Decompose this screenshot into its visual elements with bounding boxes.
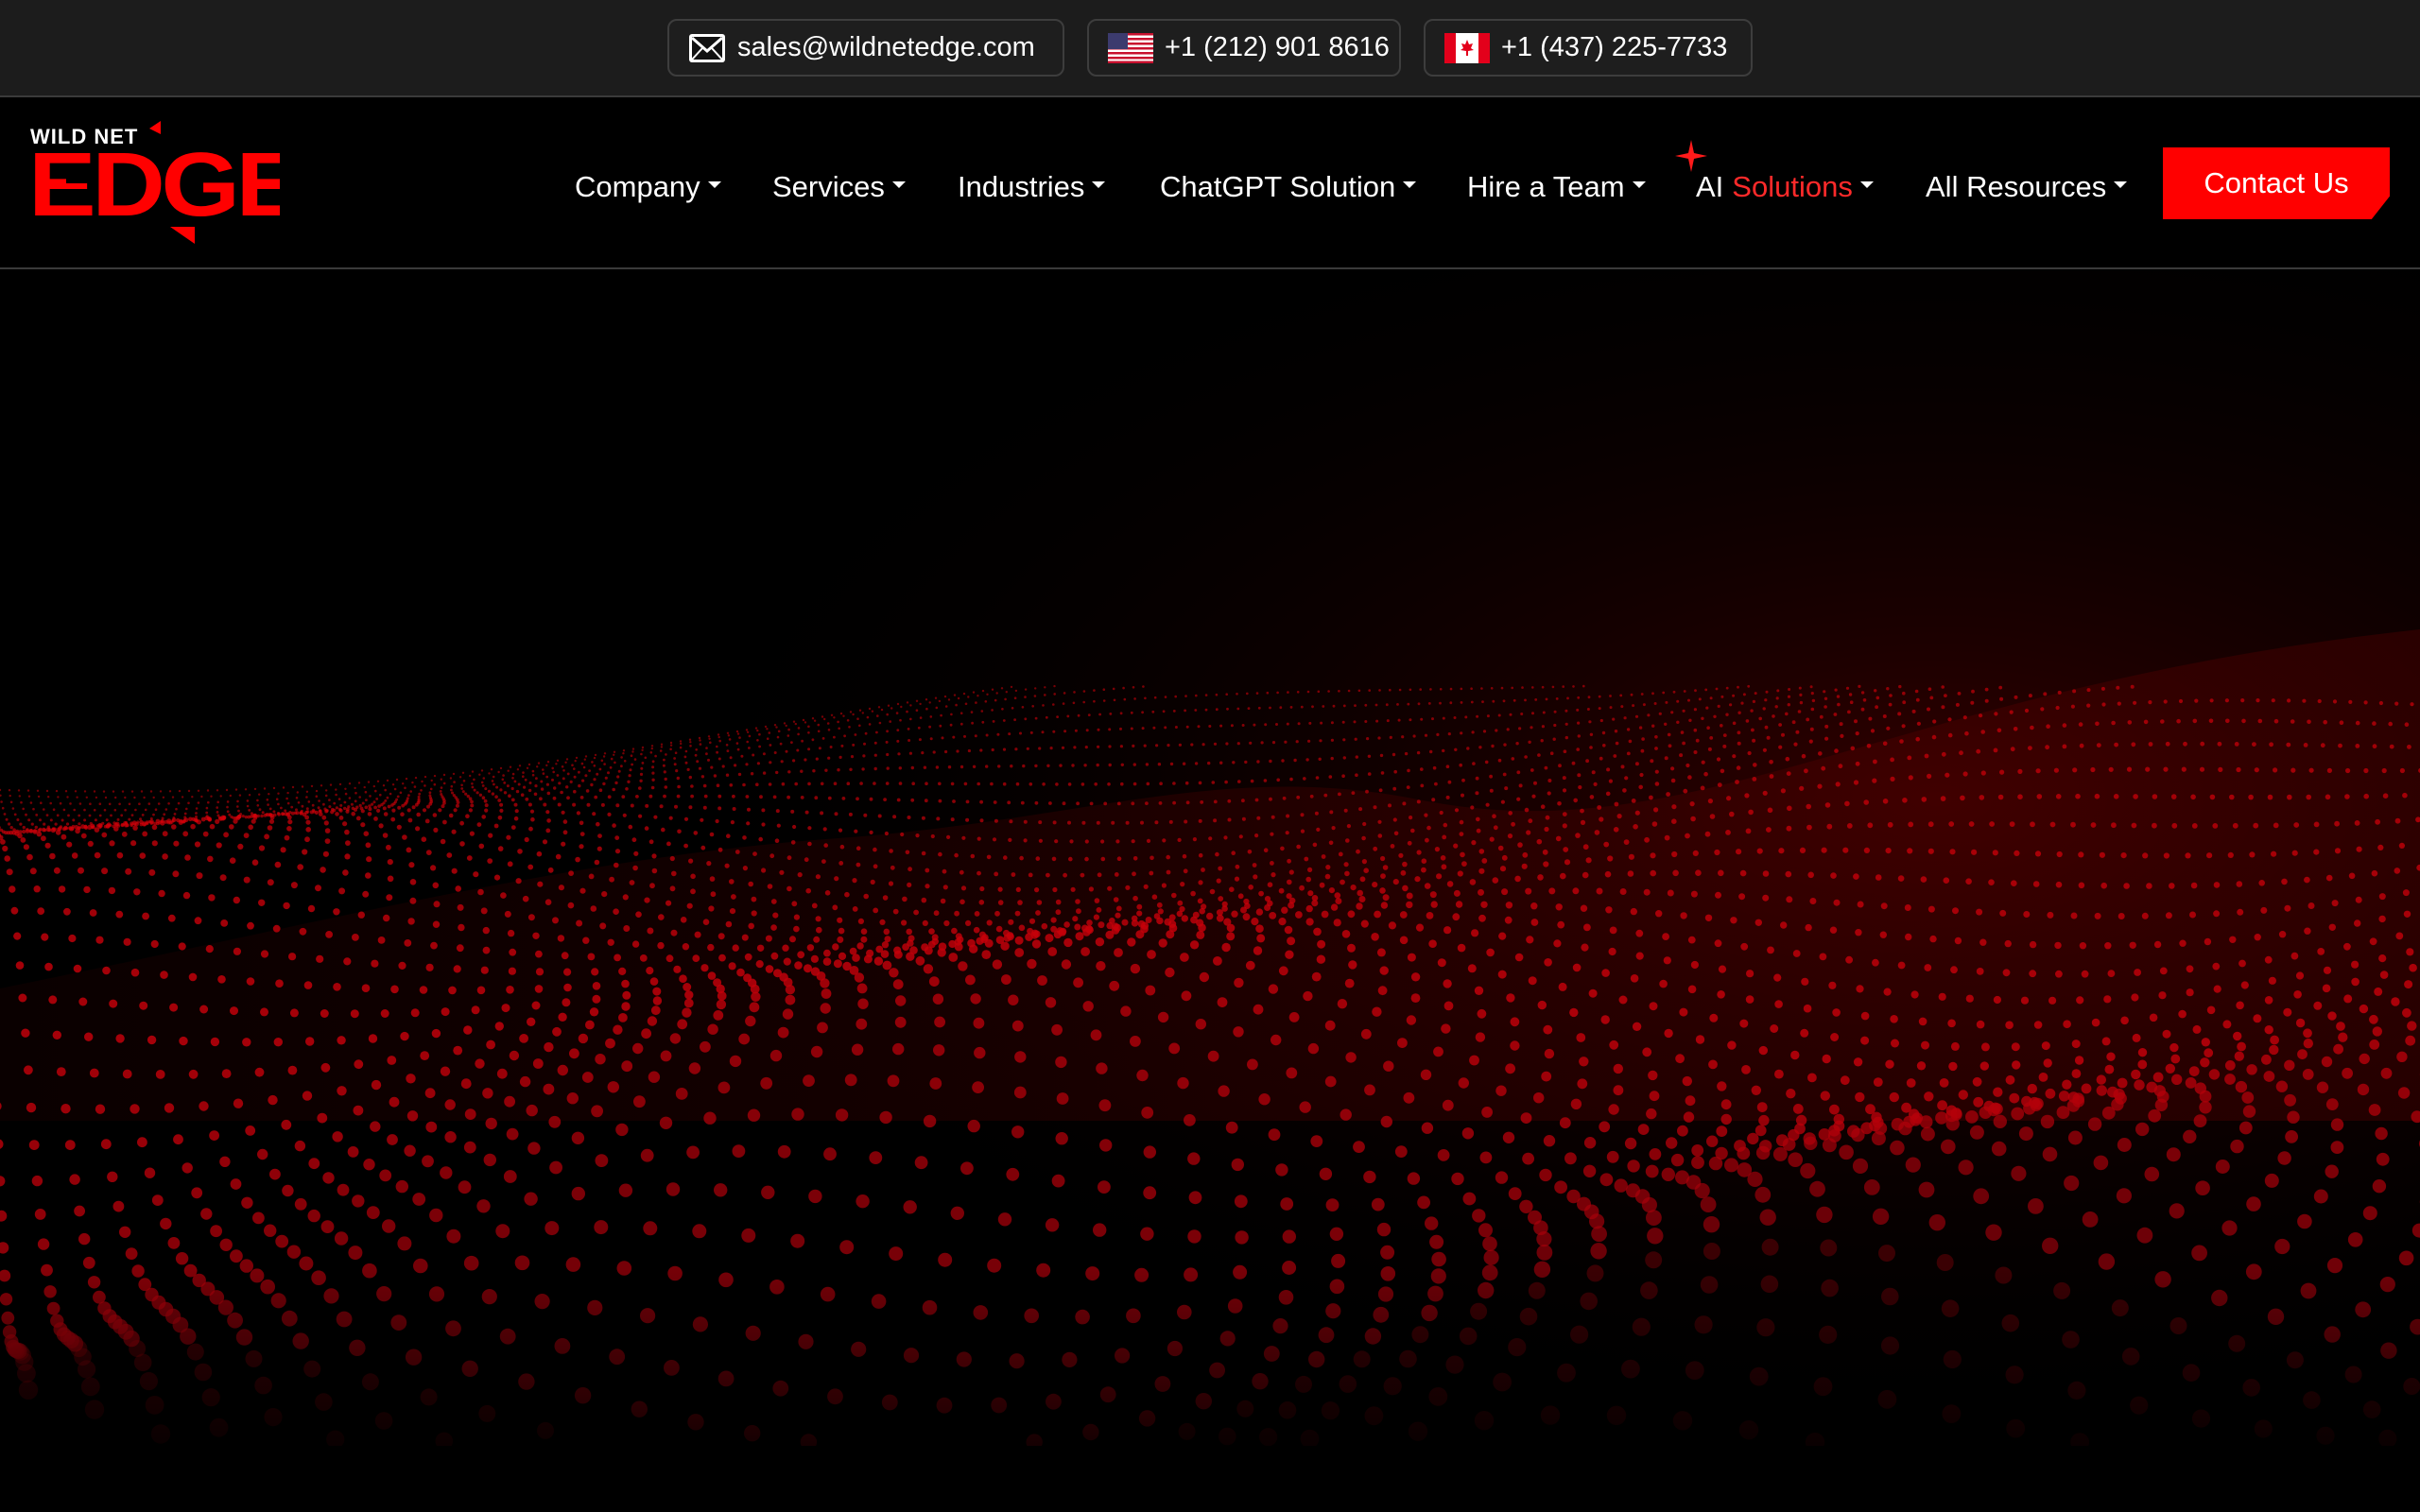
nav-company[interactable]: Company (575, 166, 721, 208)
nav-chatgpt-label: ChatGPT Solution (1160, 170, 1396, 203)
hero-bottom-strip (0, 1446, 2420, 1512)
canada-phone-link[interactable]: +1 (437) 225-7733 (1424, 19, 1753, 77)
contact-us-button[interactable]: Contact Us (2163, 147, 2390, 219)
nav-hire-a-team[interactable]: Hire a Team (1467, 166, 1646, 208)
nav-company-label: Company (575, 170, 700, 203)
nav-services-label: Services (772, 170, 885, 203)
particle-wave-background (0, 270, 2420, 1446)
us-flag-icon (1108, 32, 1153, 63)
caret-down-icon (891, 180, 906, 188)
caret-down-icon (2114, 180, 2128, 188)
svg-text:EDGE: EDGE (28, 133, 280, 234)
us-phone-text: +1 (212) 901 8616 (1165, 32, 1390, 62)
canada-phone-text: +1 (437) 225-7733 (1501, 32, 1728, 62)
nav-ai-solutions[interactable]: AI Solutions (1696, 166, 1874, 208)
nav-resources-label: All Resources (1926, 170, 2107, 203)
email-link[interactable]: sales@wildnetedge.com (667, 19, 1064, 77)
nav-chatgpt-solution[interactable]: ChatGPT Solution (1160, 166, 1417, 208)
nav-services[interactable]: Services (772, 166, 906, 208)
caret-down-icon (1859, 180, 1874, 188)
caret-down-icon (1092, 180, 1106, 188)
nav-industries-label: Industries (958, 170, 1085, 203)
canada-flag-icon (1444, 32, 1490, 63)
nav-ai-accent-label: Solutions (1732, 170, 1853, 203)
caret-down-icon (707, 180, 721, 188)
nav-all-resources[interactable]: All Resources (1926, 166, 2128, 208)
caret-down-icon (1632, 180, 1646, 188)
wildnet-edge-logo[interactable]: WILD NET EDGE (28, 121, 304, 248)
nav-ai-label: AI (1696, 170, 1724, 203)
nav-hire-label: Hire a Team (1467, 170, 1625, 203)
main-navbar: WILD NET EDGE Company Services Industrie… (0, 98, 2420, 269)
caret-down-icon (1403, 180, 1417, 188)
us-phone-link[interactable]: +1 (212) 901 8616 (1087, 19, 1401, 77)
hero-section (0, 270, 2420, 1446)
email-text: sales@wildnetedge.com (737, 32, 1035, 62)
top-contact-bar: sales@wildnetedge.com +1 (212) 901 8616 (0, 0, 2420, 97)
nav-industries[interactable]: Industries (958, 166, 1106, 208)
mail-icon (688, 33, 726, 63)
